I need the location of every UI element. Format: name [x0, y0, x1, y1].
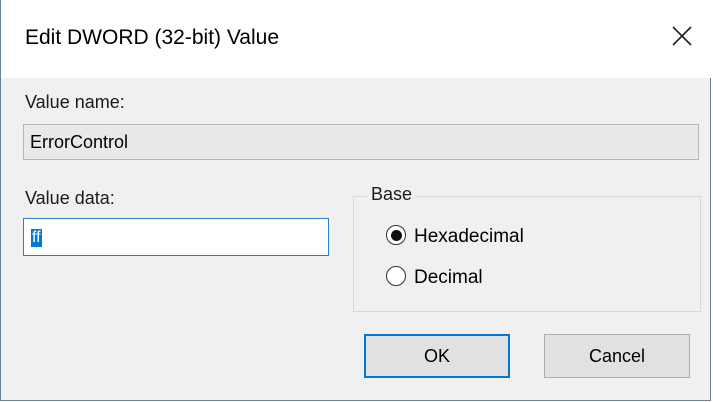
radio-selected-dot	[391, 230, 402, 241]
value-data-label: Value data:	[25, 188, 115, 208]
ok-button[interactable]: OK	[364, 334, 510, 378]
title-bar: Edit DWORD (32-bit) Value	[1, 0, 712, 78]
value-name-field: ErrorControl	[23, 124, 699, 160]
base-group-label: Base	[367, 184, 417, 205]
close-button[interactable]	[656, 14, 712, 60]
value-data-input[interactable]	[23, 218, 329, 256]
decimal-radio[interactable]	[386, 266, 410, 290]
value-name-label: Value name:	[25, 92, 125, 112]
dialog-title: Edit DWORD (32-bit) Value	[25, 26, 280, 49]
edit-dword-dialog: Edit DWORD (32-bit) Value Value name: Er…	[0, 0, 712, 401]
cancel-button[interactable]: Cancel	[544, 334, 690, 378]
hexadecimal-label: Hexadecimal	[414, 226, 524, 247]
radio-ring	[386, 266, 406, 286]
hexadecimal-radio[interactable]	[386, 225, 410, 249]
base-group	[353, 196, 701, 312]
close-icon	[672, 26, 692, 46]
decimal-label: Decimal	[414, 267, 483, 288]
